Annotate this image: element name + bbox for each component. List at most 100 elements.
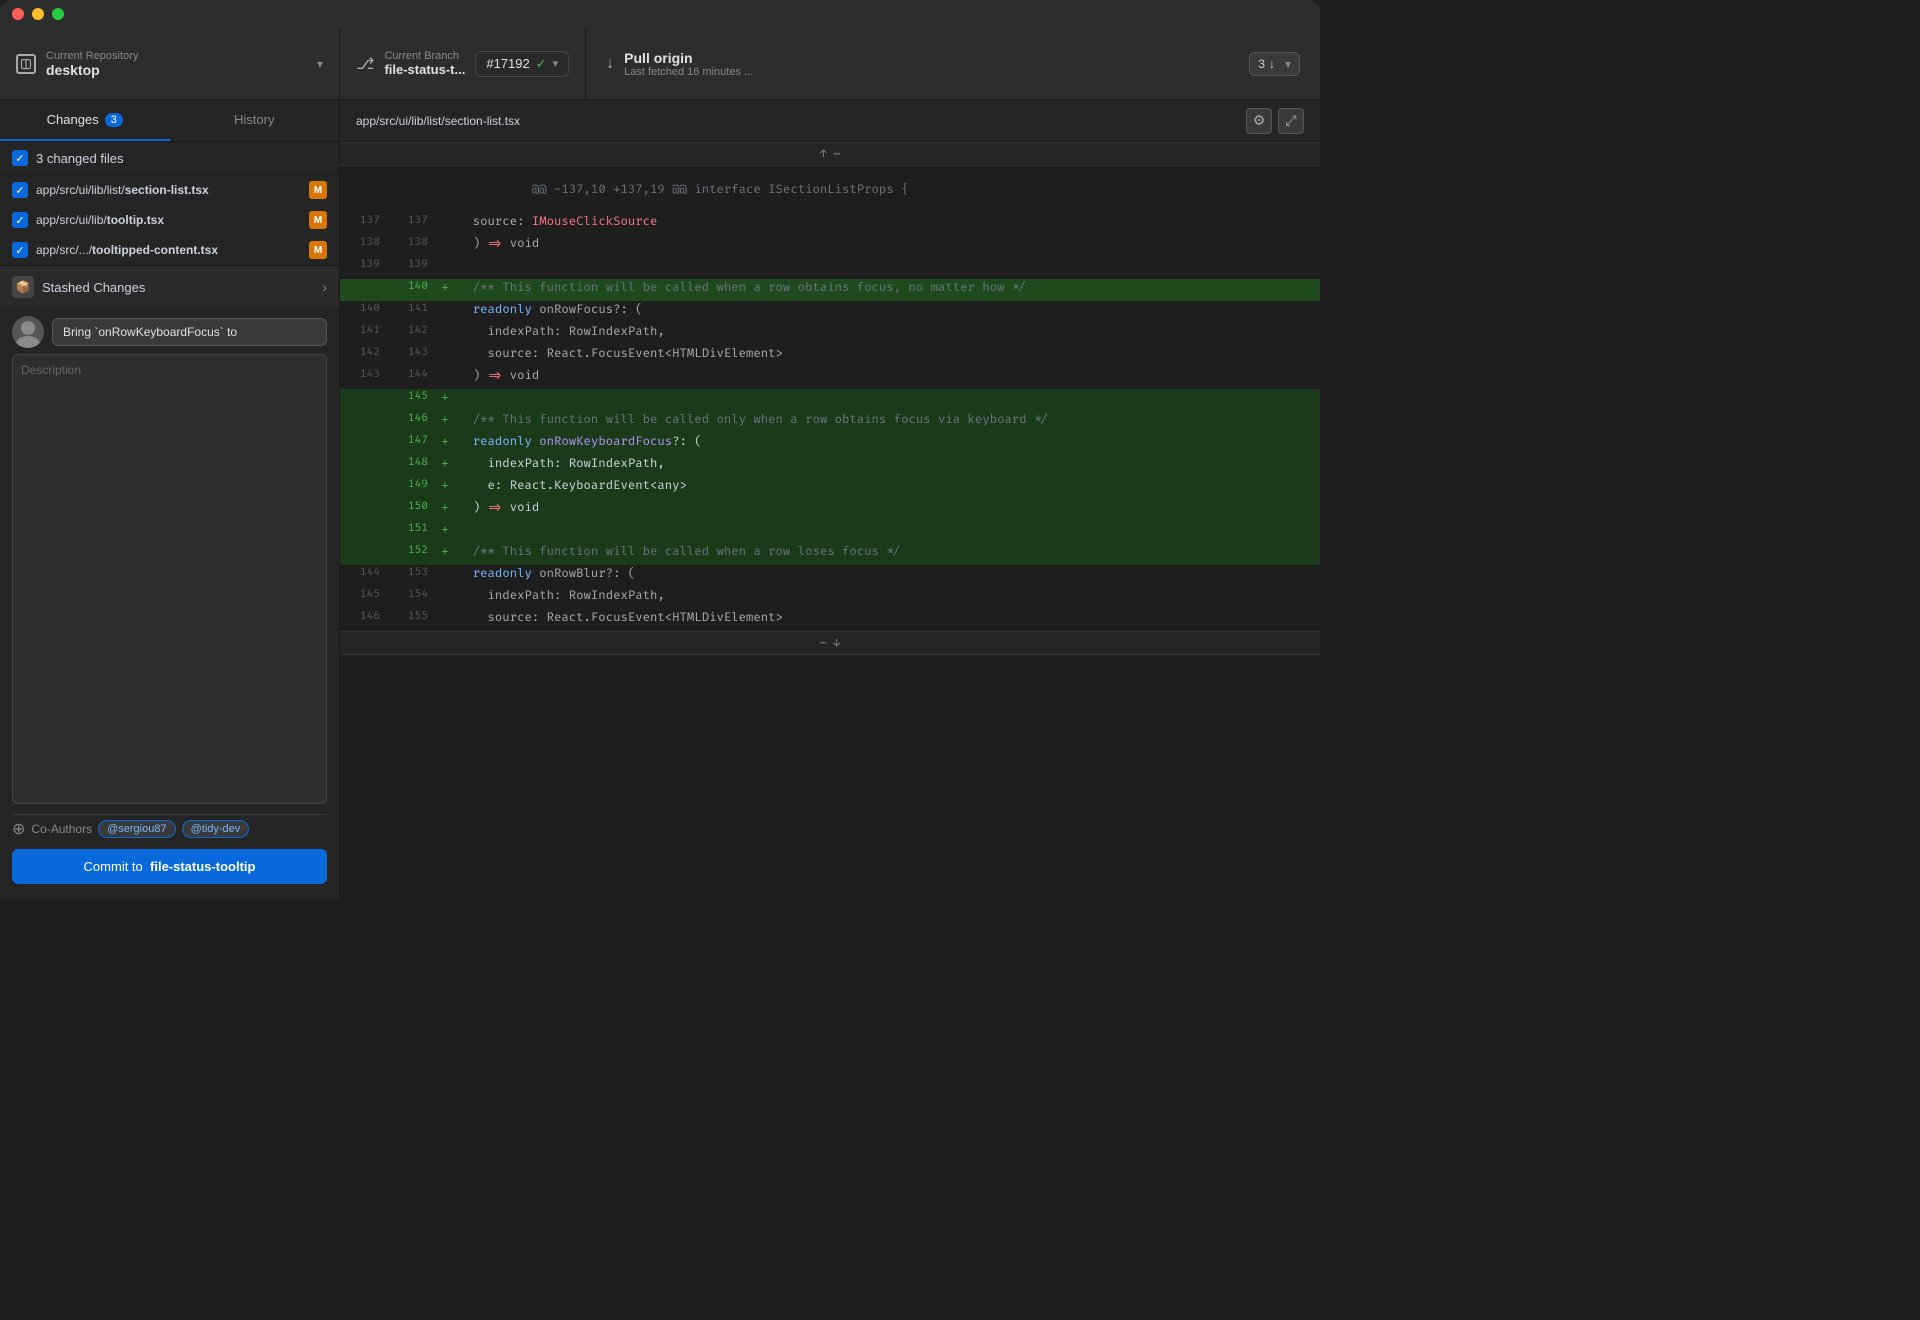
coauthor-chip-2[interactable]: @tidy-dev bbox=[182, 820, 250, 838]
select-all-checkbox[interactable]: ✓ bbox=[12, 150, 28, 166]
check-icon: ✓ bbox=[15, 244, 24, 257]
commit-button-prefix: Commit to bbox=[84, 859, 143, 874]
commit-avatar bbox=[12, 316, 44, 348]
diff-line-138: 138 138 ) => void bbox=[340, 235, 1320, 257]
coauthor-chip-1[interactable]: @sergiou87 bbox=[98, 820, 175, 838]
diff-line-146-155: 146 155 source: React.FocusEvent<HTMLDiv… bbox=[340, 609, 1320, 631]
diff-expand-button[interactable]: ⤢ bbox=[1278, 108, 1304, 134]
diff-separator-bottom: ⋯ ↓ bbox=[340, 631, 1320, 655]
repo-selector[interactable]: Current Repository desktop ▾ bbox=[0, 28, 340, 99]
pull-down-icon: ↓ bbox=[606, 55, 614, 73]
diff-line-140-141: 140 141 readonly onRowFocus?: ( bbox=[340, 301, 1320, 323]
diff-line-139: 139 139 bbox=[340, 257, 1320, 279]
stash-chevron-icon: › bbox=[322, 279, 327, 295]
stash-label: Stashed Changes bbox=[42, 280, 314, 295]
file-checkbox-3[interactable]: ✓ bbox=[12, 242, 28, 258]
diff-line-new-151: 151 + bbox=[340, 521, 1320, 543]
diff-line-141-142: 141 142 indexPath: RowIndexPath, bbox=[340, 323, 1320, 345]
pull-info: Pull origin Last fetched 16 minutes ... bbox=[624, 50, 753, 78]
diff-hunk-header: @@ -137,10 +137,19 @@ interface ISection… bbox=[340, 166, 1320, 213]
branch-icon: ⎇ bbox=[356, 54, 374, 74]
diff-line-144-153: 144 153 readonly onRowBlur?: ( bbox=[340, 565, 1320, 587]
sidebar: Changes 3 History ✓ 3 changed files ✓ ap… bbox=[0, 100, 340, 900]
stashed-changes-header[interactable]: 📦 Stashed Changes › bbox=[0, 266, 339, 308]
diff-line-142-143: 142 143 source: React.FocusEvent<HTMLDiv… bbox=[340, 345, 1320, 367]
diff-line-new-150: 150 + ) => void bbox=[340, 499, 1320, 521]
file-name-1: app/src/ui/lib/list/section-list.tsx bbox=[36, 183, 301, 197]
commit-area: Description ⊕ Co-Authors @sergiou87 @tid… bbox=[0, 308, 339, 900]
file-name-2: app/src/ui/lib/tooltip.tsx bbox=[36, 213, 301, 227]
branch-selector[interactable]: ⎇ Current Branch file-status-t... #17192… bbox=[340, 28, 586, 99]
diff-line-143-144: 143 144 ) => void bbox=[340, 367, 1320, 389]
description-placeholder: Description bbox=[21, 363, 81, 377]
pull-section[interactable]: ↓ Pull origin Last fetched 16 minutes ..… bbox=[586, 28, 1320, 99]
commit-summary-input[interactable] bbox=[52, 318, 327, 346]
diff-line-new-149: 149 + e: React.KeyboardEvent<any> bbox=[340, 477, 1320, 499]
app-header: Current Repository desktop ▾ ⎇ Current B… bbox=[0, 28, 1320, 100]
commit-button[interactable]: Commit to file-status-tooltip bbox=[12, 849, 327, 884]
tab-changes[interactable]: Changes 3 bbox=[0, 100, 170, 141]
titlebar bbox=[0, 0, 1320, 28]
tab-changes-badge: 3 bbox=[105, 113, 123, 127]
diff-line-new-145: 145 + bbox=[340, 389, 1320, 411]
file-status-2: M bbox=[309, 211, 327, 229]
pull-count: 3 bbox=[1258, 57, 1265, 71]
repo-icon bbox=[16, 54, 36, 74]
pull-badge-chevron-icon: ▾ bbox=[1285, 57, 1291, 71]
separator-dots-bottom: ⋯ ↓ bbox=[820, 636, 840, 650]
repo-name: desktop bbox=[46, 62, 307, 78]
repo-chevron-icon: ▾ bbox=[317, 57, 323, 71]
add-coauthor-button[interactable]: ⊕ bbox=[12, 819, 25, 839]
repo-label: Current Repository bbox=[46, 50, 307, 62]
diff-line-new-148: 148 + indexPath: RowIndexPath, bbox=[340, 455, 1320, 477]
file-item-tooltipped[interactable]: ✓ app/src/.../tooltipped-content.tsx M bbox=[0, 235, 339, 265]
pull-badge-down-icon: ↓ bbox=[1269, 57, 1275, 71]
separator-dots-top: ↑ ⋯ bbox=[820, 147, 840, 161]
sidebar-tabs: Changes 3 History bbox=[0, 100, 339, 142]
stash-icon: 📦 bbox=[12, 276, 34, 298]
main-layout: Changes 3 History ✓ 3 changed files ✓ ap… bbox=[0, 100, 1320, 900]
commit-description-area[interactable]: Description bbox=[12, 354, 327, 804]
diff-line-new-140: 140 + /** This function will be called w… bbox=[340, 279, 1320, 301]
check-icon: ✓ bbox=[15, 214, 24, 227]
repo-info: Current Repository desktop bbox=[46, 50, 307, 78]
coauthors-row: ⊕ Co-Authors @sergiou87 @tidy-dev bbox=[12, 814, 327, 843]
stashed-changes-section: 📦 Stashed Changes › bbox=[0, 265, 339, 308]
branch-badge-number: #17192 bbox=[486, 56, 529, 71]
file-status-3: M bbox=[309, 241, 327, 259]
branch-label: Current Branch bbox=[384, 50, 465, 62]
branch-badge-chevron-icon: ▾ bbox=[553, 57, 559, 70]
file-item-section-list[interactable]: ✓ app/src/ui/lib/list/section-list.tsx M bbox=[0, 175, 339, 205]
commit-button-branch: file-status-tooltip bbox=[150, 859, 255, 874]
maximize-button[interactable] bbox=[52, 8, 64, 20]
pull-subtitle: Last fetched 16 minutes ... bbox=[624, 66, 753, 78]
diff-header-actions: ⚙ ⤢ bbox=[1246, 108, 1304, 134]
changed-files-header: ✓ 3 changed files bbox=[0, 142, 339, 175]
diff-area: app/src/ui/lib/list/section-list.tsx ⚙ ⤢… bbox=[340, 100, 1320, 900]
diff-line-137: 137 137 source: IMouseClickSource bbox=[340, 213, 1320, 235]
diff-line-new-152: 152 + /** This function will be called w… bbox=[340, 543, 1320, 565]
tab-history-label: History bbox=[234, 112, 274, 127]
file-item-tooltip[interactable]: ✓ app/src/ui/lib/tooltip.tsx M bbox=[0, 205, 339, 235]
check-icon: ✓ bbox=[15, 184, 24, 197]
branch-badge[interactable]: #17192 ✓ ▾ bbox=[475, 51, 569, 77]
pull-badge[interactable]: 3 ↓ ▾ bbox=[1249, 52, 1300, 76]
diff-line-145-154: 145 154 indexPath: RowIndexPath, bbox=[340, 587, 1320, 609]
pull-title: Pull origin bbox=[624, 50, 753, 66]
diff-line-new-146: 146 + /** This function will be called o… bbox=[340, 411, 1320, 433]
minimize-button[interactable] bbox=[32, 8, 44, 20]
diff-separator-top: ↑ ⋯ bbox=[340, 142, 1320, 166]
file-status-1: M bbox=[309, 181, 327, 199]
close-button[interactable] bbox=[12, 8, 24, 20]
diff-header: app/src/ui/lib/list/section-list.tsx ⚙ ⤢ bbox=[340, 100, 1320, 142]
diff-settings-button[interactable]: ⚙ bbox=[1246, 108, 1272, 134]
file-checkbox-2[interactable]: ✓ bbox=[12, 212, 28, 228]
diff-content: ↑ ⋯ @@ -137,10 +137,19 @@ interface ISec… bbox=[340, 142, 1320, 900]
hunk-header-text: @@ -137,10 +137,19 @@ interface ISection… bbox=[532, 182, 909, 197]
tab-history[interactable]: History bbox=[170, 100, 340, 141]
check-icon: ✓ bbox=[15, 152, 24, 165]
diff-file-path: app/src/ui/lib/list/section-list.tsx bbox=[356, 114, 520, 128]
tab-changes-label: Changes bbox=[47, 112, 99, 127]
file-list: ✓ app/src/ui/lib/list/section-list.tsx M… bbox=[0, 175, 339, 265]
file-checkbox-1[interactable]: ✓ bbox=[12, 182, 28, 198]
